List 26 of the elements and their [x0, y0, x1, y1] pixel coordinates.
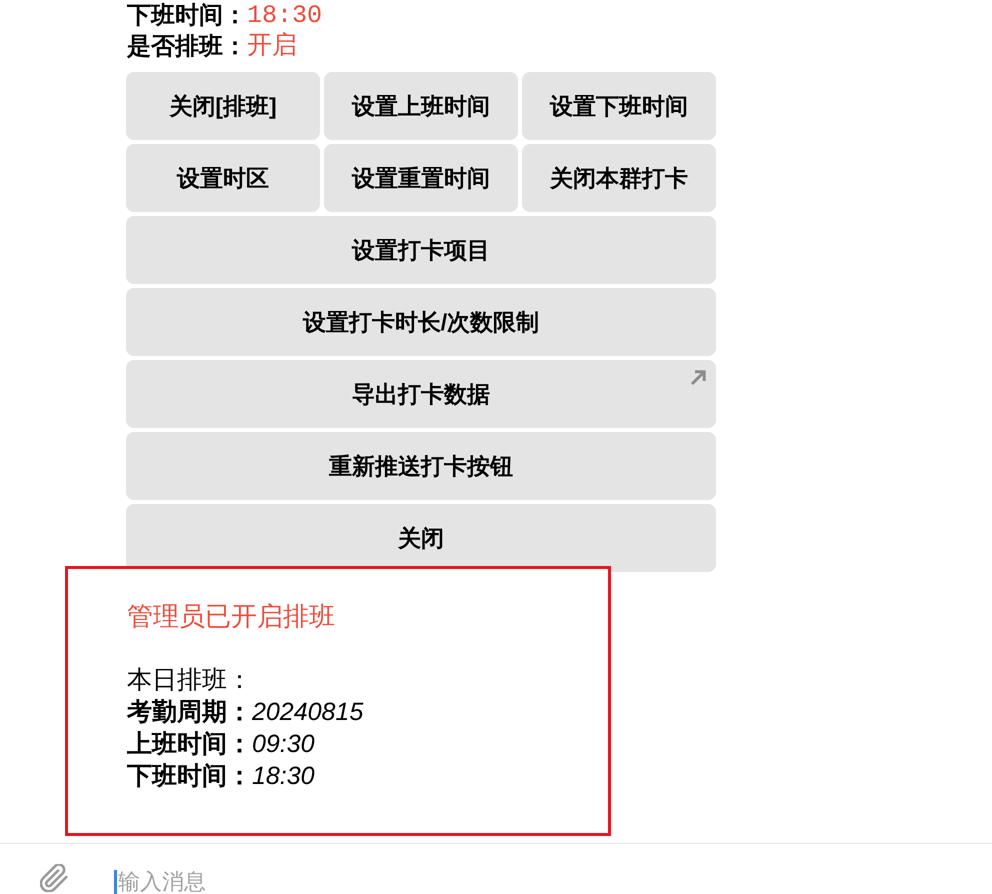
paperclip-icon[interactable]: [40, 864, 68, 892]
keyboard-button[interactable]: 关闭[排班]: [126, 72, 320, 140]
section-heading: 本日排班：: [127, 665, 252, 696]
field-label: 是否排班：: [127, 32, 247, 62]
field-label: 上班时间：: [127, 729, 252, 760]
keyboard-button[interactable]: 设置打卡项目: [126, 216, 716, 284]
keyboard-button[interactable]: 设置打卡时长/次数限制: [126, 288, 716, 356]
keyboard-button[interactable]: 设置时区: [126, 144, 320, 212]
keyboard-button[interactable]: 导出打卡数据: [126, 360, 716, 428]
keyboard-button[interactable]: 关闭: [126, 504, 716, 572]
keyboard-button[interactable]: 关闭本群打卡: [522, 144, 716, 212]
keyboard-button[interactable]: 设置重置时间: [324, 144, 518, 212]
keyboard-button[interactable]: 设置上班时间: [324, 72, 518, 140]
field-value: 开启: [247, 31, 297, 62]
keyboard-button[interactable]: 设置下班时间: [522, 72, 716, 140]
field-label: 下班时间：: [127, 1, 247, 31]
field-value: 18:30: [247, 0, 322, 31]
arrow-up-right-icon: [690, 370, 706, 386]
keyboard-button[interactable]: 重新推送打卡按钮: [126, 432, 716, 500]
message-title: 管理员已开启排班: [127, 600, 335, 632]
message-input[interactable]: 输入消息: [118, 870, 918, 894]
field-value: 18:30: [252, 761, 315, 792]
field-value: 20240815: [252, 697, 364, 728]
field-label: 下班时间：: [127, 761, 252, 792]
field-value: 09:30: [252, 729, 315, 760]
field-label: 考勤周期：: [127, 697, 252, 728]
